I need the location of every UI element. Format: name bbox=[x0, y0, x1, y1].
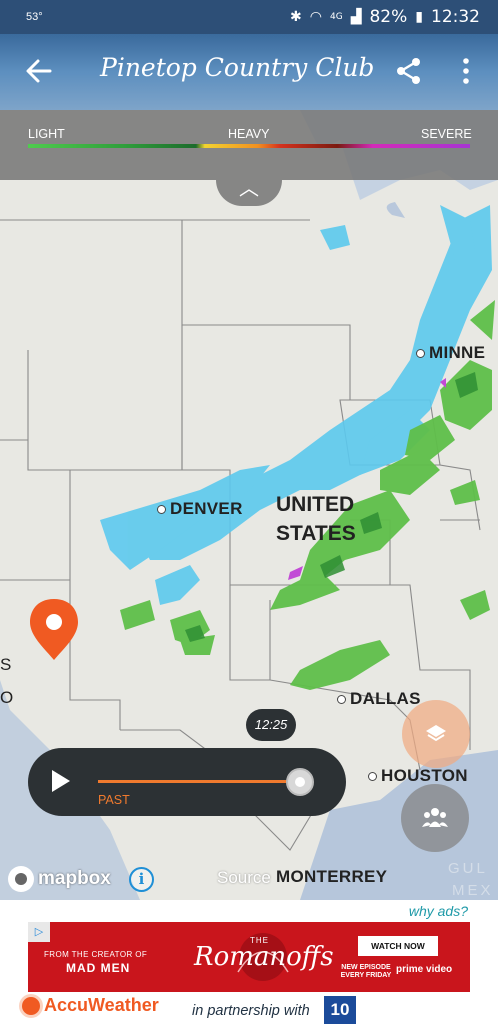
arrow-left-icon bbox=[26, 59, 52, 83]
city-dot-icon bbox=[368, 771, 377, 781]
edge-label: MEX bbox=[452, 882, 494, 899]
brand-text: AccuWeather bbox=[44, 995, 159, 1015]
timeline-track[interactable] bbox=[98, 780, 298, 783]
city-houston: HOUSTON bbox=[368, 766, 468, 786]
status-temperature: 53° bbox=[26, 11, 43, 23]
accuweather-logo: AccuWeather bbox=[22, 995, 159, 1016]
ad-prime-video: prime video bbox=[396, 964, 453, 975]
why-ads-link[interactable]: why ads? bbox=[409, 903, 468, 919]
country-label: UNITED STATES bbox=[276, 490, 356, 548]
sun-icon bbox=[22, 996, 40, 1015]
edge-label: O bbox=[0, 688, 14, 707]
ad-area: why ads? ▷ FROM THE CREATOR OF MAD MEN T… bbox=[0, 900, 498, 1024]
more-options-button[interactable] bbox=[456, 56, 476, 86]
clock: 12:32 bbox=[431, 7, 480, 27]
legend-color-scale bbox=[28, 144, 470, 148]
timeline-slider-handle[interactable] bbox=[286, 768, 314, 796]
city-dallas: DALLAS bbox=[337, 689, 421, 709]
city-dot-icon bbox=[157, 504, 166, 514]
layers-button[interactable] bbox=[402, 700, 470, 768]
partnership-text: in partnership with bbox=[192, 1003, 310, 1019]
ad-watch-now-button[interactable]: WATCH NOW bbox=[358, 936, 438, 956]
status-right: ✱ ◠ 4G ▟ 82% ▮ 12:32 bbox=[290, 7, 480, 27]
share-icon bbox=[397, 58, 420, 84]
edge-label-gulf: GUL bbox=[448, 860, 488, 877]
battery-icon: ▮ bbox=[415, 9, 423, 25]
ad-banner[interactable]: ▷ FROM THE CREATOR OF MAD MEN THE Romano… bbox=[28, 922, 470, 992]
ad-show-title: Romanoffs bbox=[194, 942, 334, 972]
people-icon bbox=[422, 808, 448, 827]
city-label: DALLAS bbox=[350, 689, 421, 708]
more-vertical-icon bbox=[463, 58, 469, 84]
country-line-1: UNITED bbox=[276, 493, 355, 516]
country-line-2: STATES bbox=[276, 522, 356, 545]
partner-logo: 10 bbox=[324, 996, 356, 1024]
play-icon[interactable] bbox=[52, 770, 70, 792]
chevron-up-icon: ︿ bbox=[239, 178, 259, 200]
signal-icon: ▟ bbox=[350, 9, 362, 25]
city-label: DENVER bbox=[170, 499, 243, 518]
edge-label: GUL bbox=[448, 860, 488, 877]
mapbox-logo[interactable]: mapbox bbox=[8, 866, 111, 892]
edge-label-mex: MEX bbox=[452, 882, 494, 899]
mapbox-text: mapbox bbox=[38, 868, 111, 889]
wifi-icon: ◠ bbox=[309, 9, 322, 25]
battery-percent: 82% bbox=[369, 7, 408, 27]
layers-icon bbox=[426, 725, 446, 742]
ad-new-episode: NEW EPISODE EVERY FRIDAY bbox=[340, 964, 392, 979]
city-label: HOUSTON bbox=[381, 766, 468, 785]
bluetooth-icon: ✱ bbox=[290, 9, 302, 25]
share-button[interactable] bbox=[394, 56, 424, 86]
edge-label: S bbox=[0, 655, 12, 674]
network-type: 4G bbox=[330, 12, 343, 22]
ad-creator-line: FROM THE CREATOR OF bbox=[44, 950, 148, 959]
page-title: Pinetop Country Club bbox=[100, 53, 375, 82]
precip-legend: LIGHT HEAVY SEVERE bbox=[0, 110, 498, 180]
city-label: MONTERREY bbox=[276, 867, 388, 886]
app-header: Pinetop Country Club bbox=[0, 34, 498, 110]
info-icon[interactable]: i bbox=[129, 867, 154, 892]
mapbox-icon bbox=[8, 866, 34, 892]
ad-mad-men: MAD MEN bbox=[66, 961, 131, 975]
city-denver: DENVER bbox=[157, 499, 243, 519]
edge-label-s: S bbox=[0, 655, 12, 675]
adchoices-icon[interactable]: ▷ bbox=[28, 922, 50, 942]
city-minneapolis: MINNE bbox=[416, 343, 485, 363]
legend-light: LIGHT bbox=[28, 127, 65, 141]
timeline-time: 12:25 bbox=[246, 709, 296, 741]
timeline-player: PAST bbox=[28, 748, 346, 816]
city-monterrey: MONTERREY bbox=[276, 867, 387, 887]
city-label: MINNE bbox=[429, 343, 486, 362]
city-dot-icon bbox=[416, 348, 425, 358]
status-bar: 53° ✱ ◠ 4G ▟ 82% ▮ 12:32 bbox=[0, 0, 498, 34]
legend-severe: SEVERE bbox=[421, 127, 472, 141]
community-button[interactable] bbox=[401, 784, 469, 852]
timeline-past-label: PAST bbox=[98, 793, 130, 807]
legend-heavy: HEAVY bbox=[228, 127, 270, 141]
city-dot-icon bbox=[337, 694, 346, 704]
back-button[interactable] bbox=[22, 54, 56, 88]
edge-label-o: O bbox=[0, 688, 14, 708]
source-label[interactable]: Source bbox=[217, 868, 271, 888]
location-pin-icon bbox=[30, 599, 78, 660]
